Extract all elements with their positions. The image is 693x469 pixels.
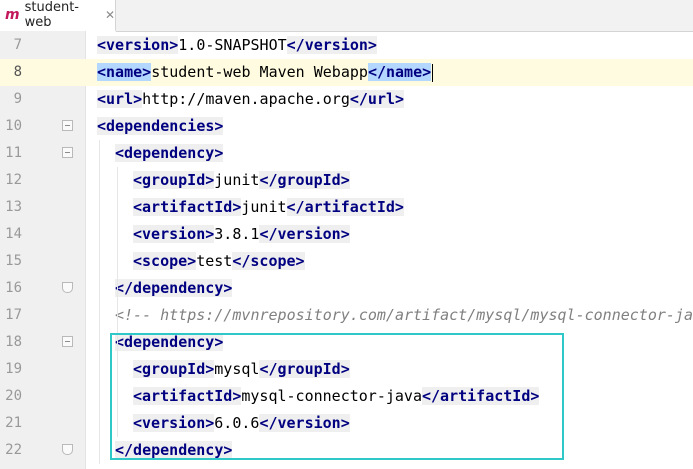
xml-tag: </url>: [349, 90, 405, 108]
code-text: <groupId>junit</groupId>: [133, 167, 350, 194]
line-number: 16: [5, 280, 22, 296]
tab-label: student-web: [24, 0, 79, 30]
code-line[interactable]: 7 <version>1.0-SNAPSHOT</version>: [0, 32, 693, 59]
code-text: <dependency>: [115, 140, 224, 167]
line-number: 7: [13, 37, 22, 53]
line-number: 8: [13, 64, 22, 80]
indent-guide: [99, 140, 100, 464]
tab-student-web[interactable]: m student-web ✕: [0, 0, 116, 32]
code-line[interactable]: 16 </dependency>: [0, 275, 693, 302]
code-line[interactable]: 8 <name>student-web Maven Webapp</name>: [0, 59, 693, 86]
close-icon[interactable]: ✕: [105, 8, 115, 22]
xml-tag: </groupId>: [259, 171, 350, 189]
code-line[interactable]: 15 <scope>test</scope>: [0, 248, 693, 275]
xml-tag: </version>: [259, 225, 350, 243]
xml-tag: <dependencies>: [97, 117, 224, 135]
text-value: 1.0-SNAPSHOT: [178, 36, 287, 54]
text-value: junit: [214, 171, 260, 189]
line-number: 18: [5, 334, 22, 350]
fold-collapse-icon[interactable]: [62, 147, 73, 158]
line-number: 15: [5, 253, 22, 269]
code-text: <dependencies>: [97, 113, 224, 140]
xml-comment: <!-- https://mvnrepository.com/artifact/…: [115, 306, 693, 324]
xml-tag: <version>: [97, 36, 179, 54]
xml-tag: <name>: [97, 63, 152, 81]
code-text: <version>1.0-SNAPSHOT</version>: [97, 32, 377, 59]
line-number: 19: [5, 361, 22, 377]
line-number: 20: [5, 388, 22, 404]
code-text: <artifactId>junit</artifactId>: [133, 194, 404, 221]
code-line[interactable]: 17 <!-- https://mvnrepository.com/artifac…: [0, 302, 693, 329]
code-line[interactable]: 9 <url>http://maven.apache.org</url>: [0, 86, 693, 113]
xml-tag: <scope>: [133, 252, 197, 270]
editor-tab-bar: m student-web ✕: [0, 0, 693, 32]
code-text: <url>http://maven.apache.org</url>: [97, 86, 405, 113]
highlight-box: [110, 333, 564, 460]
text-value: http://maven.apache.org: [142, 90, 350, 108]
code-line[interactable]: 14 <version>3.8.1</version>: [0, 221, 693, 248]
line-number: 17: [5, 307, 22, 323]
xml-tag: <artifactId>: [133, 198, 242, 216]
xml-tag: <groupId>: [133, 171, 215, 189]
code-line[interactable]: 11 <dependency>: [0, 140, 693, 167]
code-text: <scope>test</scope>: [133, 248, 305, 275]
xml-tag: <dependency>: [115, 144, 224, 162]
fold-collapse-icon[interactable]: [62, 336, 73, 347]
line-number: 11: [5, 145, 22, 161]
line-number: 21: [5, 415, 22, 431]
code-line[interactable]: 10 <dependencies>: [0, 113, 693, 140]
text-value: test: [196, 252, 233, 270]
line-number: 12: [5, 172, 22, 188]
xml-tag: <url>: [97, 90, 143, 108]
xml-tag: </scope>: [232, 252, 305, 270]
code-line[interactable]: 13 <artifactId>junit</artifactId>: [0, 194, 693, 221]
code-text: <name>student-web Maven Webapp</name>: [97, 59, 434, 86]
fold-end-icon[interactable]: [62, 444, 73, 455]
xml-tag: </version>: [286, 36, 377, 54]
line-number: 14: [5, 226, 22, 242]
text-caret: [432, 63, 434, 82]
code-text: <version>3.8.1</version>: [133, 221, 350, 248]
text-value: 3.8.1: [214, 225, 260, 243]
code-text: </dependency>: [115, 275, 233, 302]
line-number: 9: [13, 91, 22, 107]
text-value: student-web Maven Webapp: [151, 63, 368, 81]
fold-end-icon[interactable]: [62, 282, 73, 293]
fold-collapse-icon[interactable]: [62, 120, 73, 131]
xml-tag: </name>: [367, 63, 432, 81]
text-value: junit: [241, 198, 287, 216]
line-number: 10: [5, 118, 22, 134]
code-text: <!-- https://mvnrepository.com/artifact/…: [115, 302, 693, 329]
maven-icon: m: [5, 7, 20, 23]
xml-tag: </dependency>: [115, 279, 233, 297]
xml-tag: </artifactId>: [286, 198, 404, 216]
code-line[interactable]: 12 <groupId>junit</groupId>: [0, 167, 693, 194]
line-number: 13: [5, 199, 22, 215]
line-number: 22: [5, 442, 22, 458]
xml-tag: <version>: [133, 225, 215, 243]
